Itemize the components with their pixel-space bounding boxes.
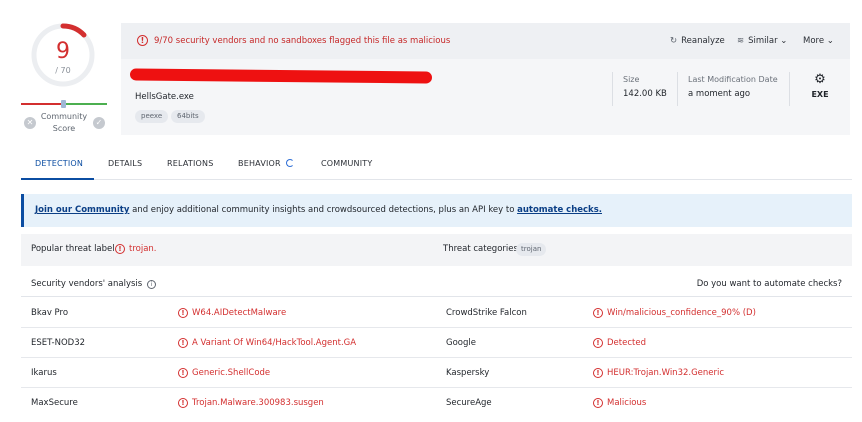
reanalyze-button[interactable]: ↻ Reanalyze [670,36,725,46]
vendor-name: SecureAge [446,398,492,408]
alert-icon: ! [137,35,148,46]
join-community-link[interactable]: Join our Community [35,205,129,215]
vendor-name: Ikarus [31,368,57,378]
vendor-result-text: A Variant Of Win64/HackTool.Agent.GA [192,338,357,348]
size-value: 142.00 KB [623,89,667,99]
tab-behavior[interactable]: BEHAVIOR [238,159,294,168]
vendor-result-text: HEUR:Trojan.Win32.Generic [607,368,725,378]
vote-harmless-icon[interactable]: ✓ [93,117,105,129]
file-name: HellsGate.exe [135,92,194,102]
vendor-total: / 70 [55,66,71,75]
vendor-name: Bkav Pro [31,308,69,318]
chevron-down-icon: ⌄ [826,36,834,46]
reanalyze-icon: ↻ [670,36,678,46]
tag-peexe[interactable]: peexe [135,110,169,123]
vendor-result: ! Generic.ShellCode [178,368,270,378]
vendor-result-text: Win/malicious_confidence_90% (D) [607,308,756,318]
warning-icon: ! [178,368,188,378]
table-row: MaxSecure ! Trojan.Malware.300983.susgen … [21,388,852,418]
warning-icon: ! [593,398,603,408]
vendor-result-text: Generic.ShellCode [192,368,271,378]
vendor-result: ! Win/malicious_confidence_90% (D) [593,308,756,318]
community-score-bar [21,100,107,108]
detection-count: 9 [56,39,70,64]
chevron-down-icon: ⌄ [780,36,788,46]
vendors-title-text: Security vendors' analysis [31,279,143,289]
warning-icon: ! [593,338,603,348]
vendor-result: ! Malicious [593,398,646,408]
tab-details[interactable]: DETAILS [108,159,142,168]
warning-icon: ! [178,398,188,408]
vendor-name: CrowdStrike Falcon [446,308,527,318]
alert-message: 9/70 security vendors and no sandboxes f… [154,36,451,46]
warning-icon: ! [178,338,188,348]
table-row: Bkav Pro ! W64.AIDetectMalware CrowdStrik… [21,298,852,328]
tab-behavior-label: BEHAVIOR [238,159,281,168]
vendor-result: ! HEUR:Trojan.Win32.Generic [593,368,724,378]
detection-score-gauge: 9 / 70 [30,22,96,88]
vendor-result: ! Trojan.Malware.300983.susgen [178,398,324,408]
meta-divider [612,72,613,106]
reanalyze-label: Reanalyze [681,36,725,46]
threat-category-chip[interactable]: trojan [516,243,547,256]
vendor-result-text: Trojan.Malware.300983.susgen [192,398,324,408]
more-button[interactable]: More ⌄ [803,36,834,46]
vendor-name: Kaspersky [446,368,490,378]
vendor-name: Google [446,338,476,348]
size-label: Size [623,75,640,84]
community-score-marker [61,100,66,108]
vendor-name: MaxSecure [31,398,78,408]
threat-summary-row: Popular threat label ! trojan. Threat cat… [21,234,852,266]
file-type-label: EXE [811,90,829,99]
modified-label: Last Modification Date [688,75,778,84]
modified-value: a moment ago [688,89,751,99]
exe-file-icon: ⚙ [814,72,826,87]
warning-icon: ! [115,244,125,254]
active-tab-indicator [21,178,94,180]
vendor-result: ! W64.AIDetectMalware [178,308,286,318]
vendor-result: ! A Variant Of Win64/HackTool.Agent.GA [178,338,356,348]
vendor-result-text: Malicious [607,398,647,408]
warning-icon: ! [593,308,603,318]
vendor-result-text: Detected [607,338,646,348]
warning-icon: ! [593,368,603,378]
vendors-title: Security vendors' analysis i [31,279,157,289]
tab-community[interactable]: COMMUNITY [321,159,372,168]
meta-divider [677,72,678,106]
tag-64bits[interactable]: 64bits [171,110,205,123]
vendor-result-text: W64.AIDetectMalware [192,308,287,318]
similar-button[interactable]: ≋ Similar ⌄ [737,36,787,46]
vendor-name: ESET-NOD32 [31,338,86,348]
community-banner: Join our Community and enjoy additional … [21,194,852,227]
meta-divider [789,72,790,106]
automate-checks-prompt[interactable]: Do you want to automate checks? [697,279,842,289]
info-icon[interactable]: i [147,280,157,289]
more-label: More [803,36,825,46]
vendors-header: Security vendors' analysis i Do you want … [21,272,852,297]
similar-icon: ≋ [737,36,745,46]
threat-value-text: trojan. [129,244,157,254]
popular-threat-label: Popular threat label [31,244,115,254]
alert-row: ! 9/70 security vendors and no sandboxes… [121,23,850,59]
tab-relations[interactable]: RELATIONS [167,159,214,168]
banner-middle-text: and enjoy additional community insights … [129,205,518,215]
table-row: ESET-NOD32 ! A Variant Of Win64/HackTool.… [21,328,852,358]
banner-text: Join our Community and enjoy additional … [35,205,602,215]
community-score-label: Community Score [40,112,88,133]
table-row: Ikarus ! Generic.ShellCode Kaspersky ! HEU… [21,358,852,388]
vendor-result: ! Detected [593,338,646,348]
tab-detection[interactable]: DETECTION [35,159,83,168]
threat-categories-label: Threat categories [443,244,518,254]
vote-malicious-icon[interactable]: ✕ [24,117,36,129]
automate-checks-link[interactable]: automate checks. [517,205,602,215]
loading-spinner-icon [285,159,294,167]
warning-icon: ! [178,308,188,318]
tab-bar: DETECTION DETAILS RELATIONS BEHAVIOR COM… [21,150,852,180]
similar-label: Similar [748,36,778,46]
popular-threat-value[interactable]: ! trojan. [115,244,157,254]
